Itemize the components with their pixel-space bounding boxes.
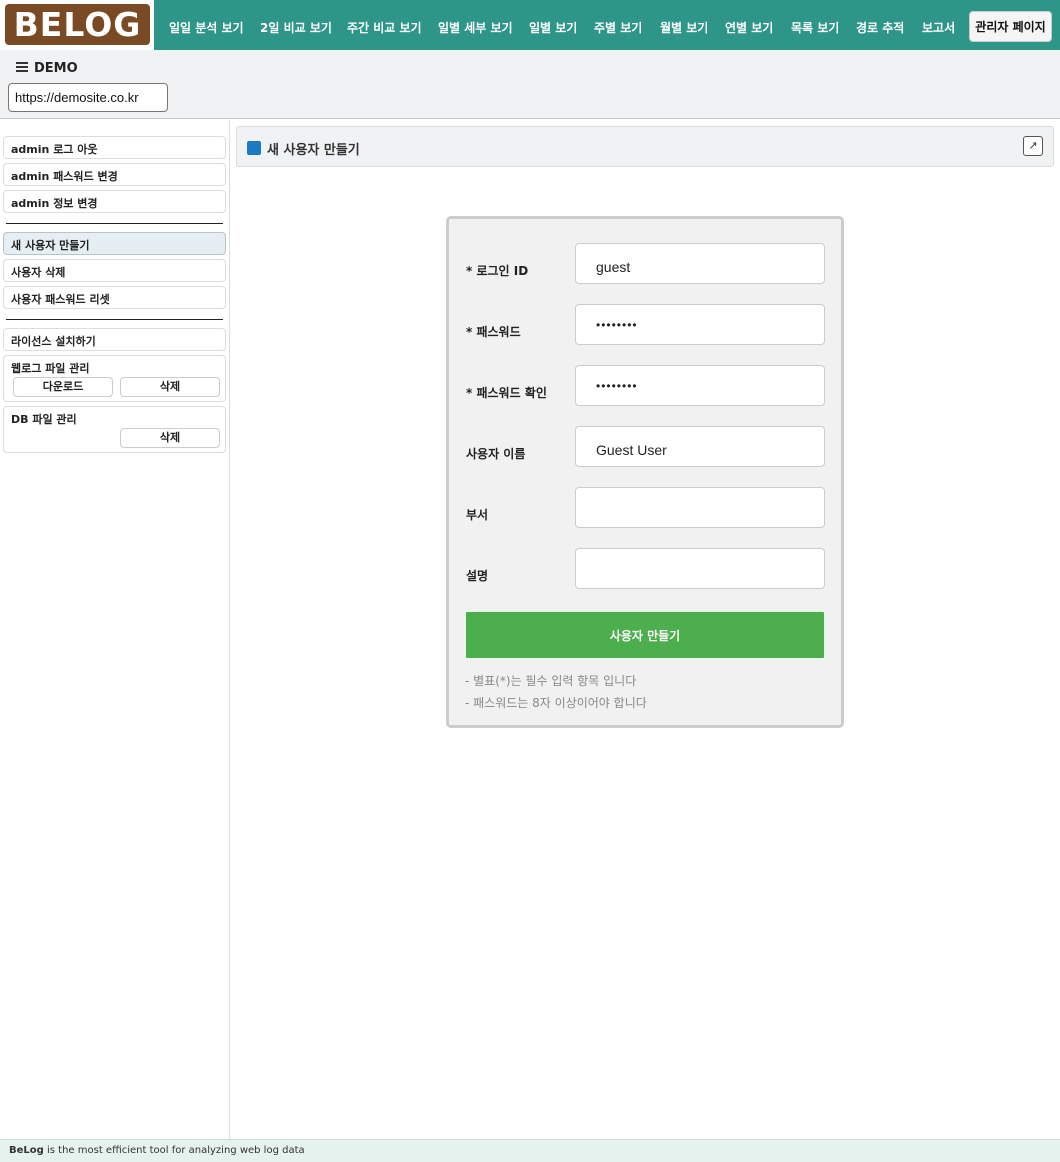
belog-logo[interactable]: BELOG	[5, 4, 150, 45]
user-name-label: 사용자 이름	[466, 447, 526, 461]
department-input[interactable]	[575, 487, 825, 528]
sidebar-install-license[interactable]: 라이선스 설치하기	[3, 328, 226, 351]
login-id-input[interactable]: guest	[575, 243, 825, 284]
db-panel-title: DB 파일 관리	[11, 413, 77, 426]
main-header: 새 사용자 만들기 ↗	[236, 126, 1054, 167]
nav-path-trace[interactable]: 경로 추적	[856, 0, 904, 50]
logo-container: BELOG	[0, 0, 154, 50]
nav-two-day-compare[interactable]: 2일 비교 보기	[260, 0, 332, 50]
nav-admin-page-button[interactable]: 관리자 페이지	[969, 11, 1052, 42]
nav-weekly-compare[interactable]: 주간 비교 보기	[347, 0, 422, 50]
weblog-download-button[interactable]: 다운로드	[13, 377, 113, 397]
footer-text: is the most efficient tool for analyzing…	[43, 1145, 305, 1156]
footer-brand: BeLog	[9, 1145, 44, 1156]
nav-daily-detail[interactable]: 일별 세부 보기	[438, 0, 513, 50]
site-url-field[interactable]: https://demosite.co.kr	[8, 83, 168, 112]
required-note: - 별표(*)는 필수 입력 항목 입니다	[465, 674, 637, 688]
sidebar-change-info[interactable]: admin 정보 변경	[3, 190, 226, 213]
db-file-panel: DB 파일 관리 삭제	[3, 406, 226, 453]
sidebar-change-password[interactable]: admin 패스워드 변경	[3, 163, 226, 186]
sidebar-divider	[6, 319, 223, 320]
weblog-panel-title: 웹로그 파일 관리	[11, 362, 90, 375]
top-nav-bar: BELOG 일일 분석 보기 2일 비교 보기 주간 비교 보기 일별 세부 보…	[0, 0, 1060, 50]
weblog-delete-button[interactable]: 삭제	[120, 377, 220, 397]
footer: BeLog is the most efficient tool for ana…	[0, 1139, 1060, 1162]
nav-by-week[interactable]: 주별 보기	[594, 0, 642, 50]
sidebar-reset-user-password[interactable]: 사용자 패스워드 리셋	[3, 286, 226, 309]
nav-by-day[interactable]: 일별 보기	[529, 0, 577, 50]
password-input[interactable]: ••••••••	[575, 304, 825, 345]
weblog-file-panel: 웹로그 파일 관리 다운로드 삭제	[3, 355, 226, 402]
page-title: 새 사용자 만들기	[267, 143, 360, 158]
password-length-note: - 패스워드는 8자 이상이어야 합니다	[465, 696, 647, 710]
site-name: DEMO	[34, 61, 78, 76]
password-label: * 패스워드	[466, 325, 521, 339]
sidebar: admin 로그 아웃 admin 패스워드 변경 admin 정보 변경 새 …	[0, 120, 230, 1139]
site-bar: DEMO https://demosite.co.kr	[0, 50, 1060, 119]
nav-list-view[interactable]: 목록 보기	[791, 0, 839, 50]
new-user-form: * 로그인 ID guest * 패스워드 •••••••• * 패스워드 확인…	[446, 216, 844, 728]
password-confirm-label: * 패스워드 확인	[466, 386, 547, 400]
nav-by-month[interactable]: 월별 보기	[660, 0, 708, 50]
nav-by-year[interactable]: 연별 보기	[725, 0, 773, 50]
login-id-label: * 로그인 ID	[466, 264, 529, 278]
sidebar-new-user[interactable]: 새 사용자 만들기	[3, 232, 226, 255]
create-user-button[interactable]: 사용자 만들기	[465, 611, 825, 659]
nav-daily-analysis[interactable]: 일일 분석 보기	[169, 0, 244, 50]
expand-icon[interactable]: ↗	[1023, 136, 1043, 156]
sidebar-divider	[6, 223, 223, 224]
sidebar-logout[interactable]: admin 로그 아웃	[3, 136, 226, 159]
nav-report[interactable]: 보고서	[922, 0, 955, 50]
user-name-input[interactable]: Guest User	[575, 426, 825, 467]
site-title[interactable]: DEMO	[16, 61, 78, 76]
menu-icon[interactable]	[16, 61, 28, 76]
password-confirm-input[interactable]: ••••••••	[575, 365, 825, 406]
description-label: 설명	[466, 569, 489, 583]
title-square-icon	[247, 141, 261, 155]
description-input[interactable]	[575, 548, 825, 589]
sidebar-delete-user[interactable]: 사용자 삭제	[3, 259, 226, 282]
db-delete-button[interactable]: 삭제	[120, 428, 220, 448]
department-label: 부서	[466, 508, 489, 522]
